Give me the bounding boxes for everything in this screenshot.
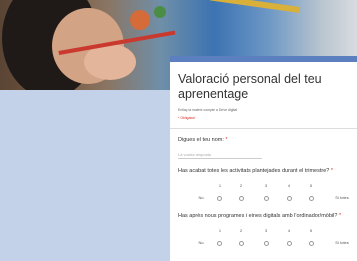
- form-description: Enllaç la mateix compte a Drive digital: [178, 108, 238, 112]
- name-input[interactable]: La vostra resposta: [178, 151, 262, 159]
- scale-low-label: No: [198, 240, 204, 245]
- scale-radio-2[interactable]: [239, 195, 244, 201]
- scale-numbers: 1 2 3 4 5: [178, 227, 349, 235]
- question-activities: Has acabat totes les activitats planteja…: [178, 168, 349, 204]
- scale-options: No Sí totes: [178, 194, 349, 202]
- scale-radio-4[interactable]: [287, 195, 292, 201]
- scale-number: 5: [309, 228, 313, 233]
- scale-number: 3: [264, 183, 268, 188]
- scale-radio-5[interactable]: [309, 240, 314, 246]
- scale-number: 1: [218, 228, 222, 233]
- scale-number: 5: [309, 183, 313, 188]
- scale-radio-5[interactable]: [309, 195, 314, 201]
- linear-scale: 1 2 3 4 5 No Sí totes: [178, 182, 349, 204]
- form-card: Valoració personal del teu aprenentage E…: [170, 56, 357, 261]
- scale-number: 4: [287, 228, 291, 233]
- question-label: Digues el teu nom: *: [178, 137, 228, 143]
- scale-radio-3[interactable]: [264, 240, 269, 246]
- scale-radio-2[interactable]: [239, 240, 244, 246]
- question-label: Has acabat totes les activitats planteja…: [178, 168, 333, 174]
- question-label: Has après nous programes i eines digital…: [178, 213, 342, 219]
- scale-radio-3[interactable]: [264, 195, 269, 201]
- scale-number: 4: [287, 183, 291, 188]
- scale-low-label: No: [198, 195, 204, 200]
- scale-high-label: Sí totes: [335, 195, 349, 200]
- scale-radio-1[interactable]: [217, 240, 222, 246]
- scale-number: 2: [239, 183, 243, 188]
- scale-radio-1[interactable]: [217, 195, 222, 201]
- question-digital-tools: Has après nous programes i eines digital…: [178, 213, 349, 249]
- divider: [170, 128, 357, 129]
- scale-options: No Sí totes: [178, 239, 349, 247]
- form-title: Valoració personal del teu aprenentage: [178, 72, 322, 101]
- scale-number: 1: [218, 183, 222, 188]
- scale-number: 3: [264, 228, 268, 233]
- scale-high-label: Sí totes: [335, 240, 349, 245]
- scale-radio-4[interactable]: [287, 240, 292, 246]
- required-note: * Obligatori: [178, 116, 196, 120]
- scale-number: 2: [239, 228, 243, 233]
- question-name: Digues el teu nom: * La vostra resposta: [178, 137, 349, 159]
- scale-numbers: 1 2 3 4 5: [178, 182, 349, 190]
- linear-scale: 1 2 3 4 5 No Sí totes: [178, 227, 349, 249]
